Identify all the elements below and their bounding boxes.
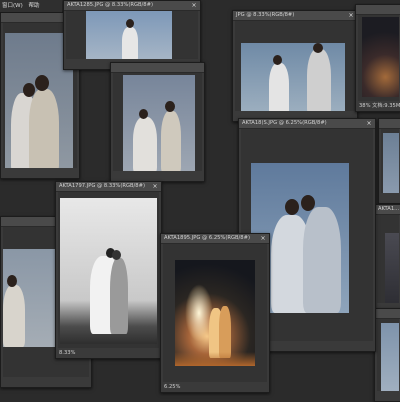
document-canvas[interactable] [163,244,267,382]
document-window-10[interactable]: AKTA1... [374,204,400,314]
wedding-photo [385,233,399,303]
wedding-photo [3,249,57,347]
wedding-photo [86,11,172,59]
close-icon[interactable]: × [365,119,373,128]
close-icon[interactable]: × [190,1,198,10]
head [7,275,17,287]
head [313,43,323,53]
window-title-bar[interactable]: AKTA1... [375,205,400,215]
ground-glow [175,352,255,366]
bride-figure [133,117,157,171]
groom-figure [3,285,25,347]
head [139,109,148,119]
document-canvas[interactable] [113,73,202,171]
document-canvas[interactable] [377,215,399,303]
document-canvas[interactable] [377,319,399,391]
bride-figure [122,27,138,59]
window-title-bar[interactable] [375,309,400,319]
head [285,199,299,215]
close-icon[interactable]: × [347,11,355,20]
document-window-11[interactable] [378,118,400,204]
menu-window[interactable]: 窗口(W) [0,3,25,9]
wedding-photo [381,323,399,391]
head [23,83,35,97]
head [112,250,121,260]
head [301,195,315,211]
document-status: 38% 文档:9.35M/9.35M [359,103,400,109]
document-canvas[interactable] [358,15,399,101]
document-canvas[interactable] [235,21,355,111]
document-window-2[interactable]: AKTA1285.JPG @ 8.33%(RGB/8#) × [63,0,201,70]
head [126,19,134,28]
wedding-photo [383,133,399,193]
menu-help[interactable]: 帮助 [26,3,41,9]
head [35,75,49,91]
head [165,101,175,112]
window-title-bar[interactable] [356,5,400,15]
wedding-photo [362,17,399,97]
wedding-photo [241,43,345,111]
document-window-8[interactable]: AKTA1895.JPG @ 6.25%(RGB/8#) × 6.25% [160,233,270,393]
window-title-bar[interactable]: AKTA1797.JPG @ 8.33%(RGB/8#) × [56,182,161,192]
head [273,55,282,65]
wedding-photo [175,260,255,366]
window-title-bar[interactable]: AKTA1895.JPG @ 6.25%(RGB/8#) × [161,234,269,244]
close-icon[interactable]: × [151,182,159,191]
document-window-5[interactable] [110,62,205,182]
document-window-7[interactable]: AKTA1797.JPG @ 8.33%(RGB/8#) × 8.33% [55,181,162,359]
window-title-bar[interactable]: AKTA18(S.JPG @ 6.25%(RGB/8#) × [239,119,375,129]
app-menubar: 窗口(W) 帮助 [0,0,62,13]
document-status: 8.33% [59,350,76,356]
document-canvas[interactable] [58,192,159,348]
bride-figure [269,63,289,111]
document-canvas[interactable] [66,11,198,59]
document-window-12[interactable] [374,308,400,402]
close-icon[interactable]: × [259,234,267,243]
wedding-photo [123,75,195,171]
groom-figure [161,111,181,171]
wedding-photo [60,198,157,344]
document-status: 6.25% [164,384,181,390]
window-title-bar[interactable]: JPG @ 8.33%(RGB/8#) × [233,11,357,21]
window-title-bar[interactable] [379,119,400,129]
groom-figure [110,258,128,334]
window-title-bar[interactable]: AKTA1285.JPG @ 8.33%(RGB/8#) × [64,1,200,11]
document-window-4[interactable]: 38% 文档:9.35M/9.35M [355,4,400,112]
groom-figure [303,207,341,313]
groom-figure [219,306,231,358]
window-title-bar[interactable] [111,63,204,73]
groom-figure [29,89,59,168]
groom-figure [307,49,331,111]
document-canvas[interactable] [381,129,399,193]
document-window-3[interactable]: JPG @ 8.33%(RGB/8#) × [232,10,358,122]
